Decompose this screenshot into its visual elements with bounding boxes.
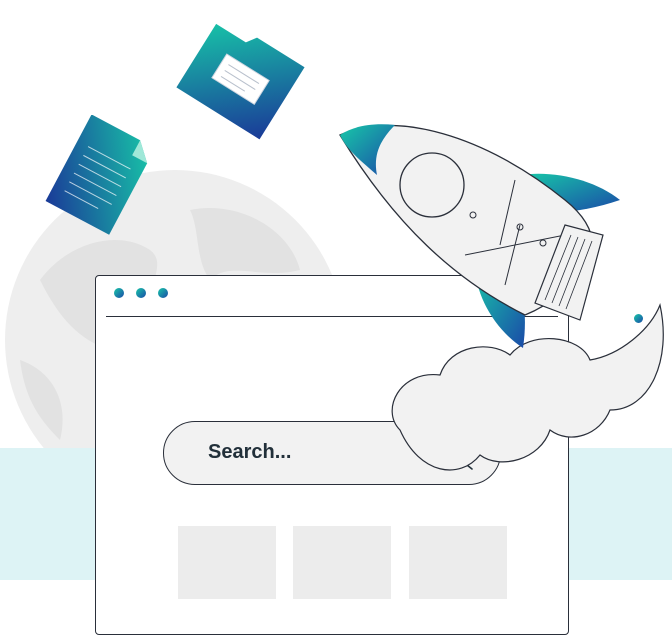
result-tile-2[interactable] [293,526,391,599]
folder-icon [176,23,305,140]
window-dot-1[interactable] [114,288,124,298]
window-dot-2[interactable] [136,288,146,298]
rocket-icon [339,124,620,348]
search-input[interactable]: Search... [208,441,291,464]
window-controls [114,288,168,298]
document-icon [45,115,148,235]
result-tile-3[interactable] [409,526,507,599]
result-tile-1[interactable] [178,526,276,599]
window-dot-3[interactable] [158,288,168,298]
accent-dot [634,314,643,323]
